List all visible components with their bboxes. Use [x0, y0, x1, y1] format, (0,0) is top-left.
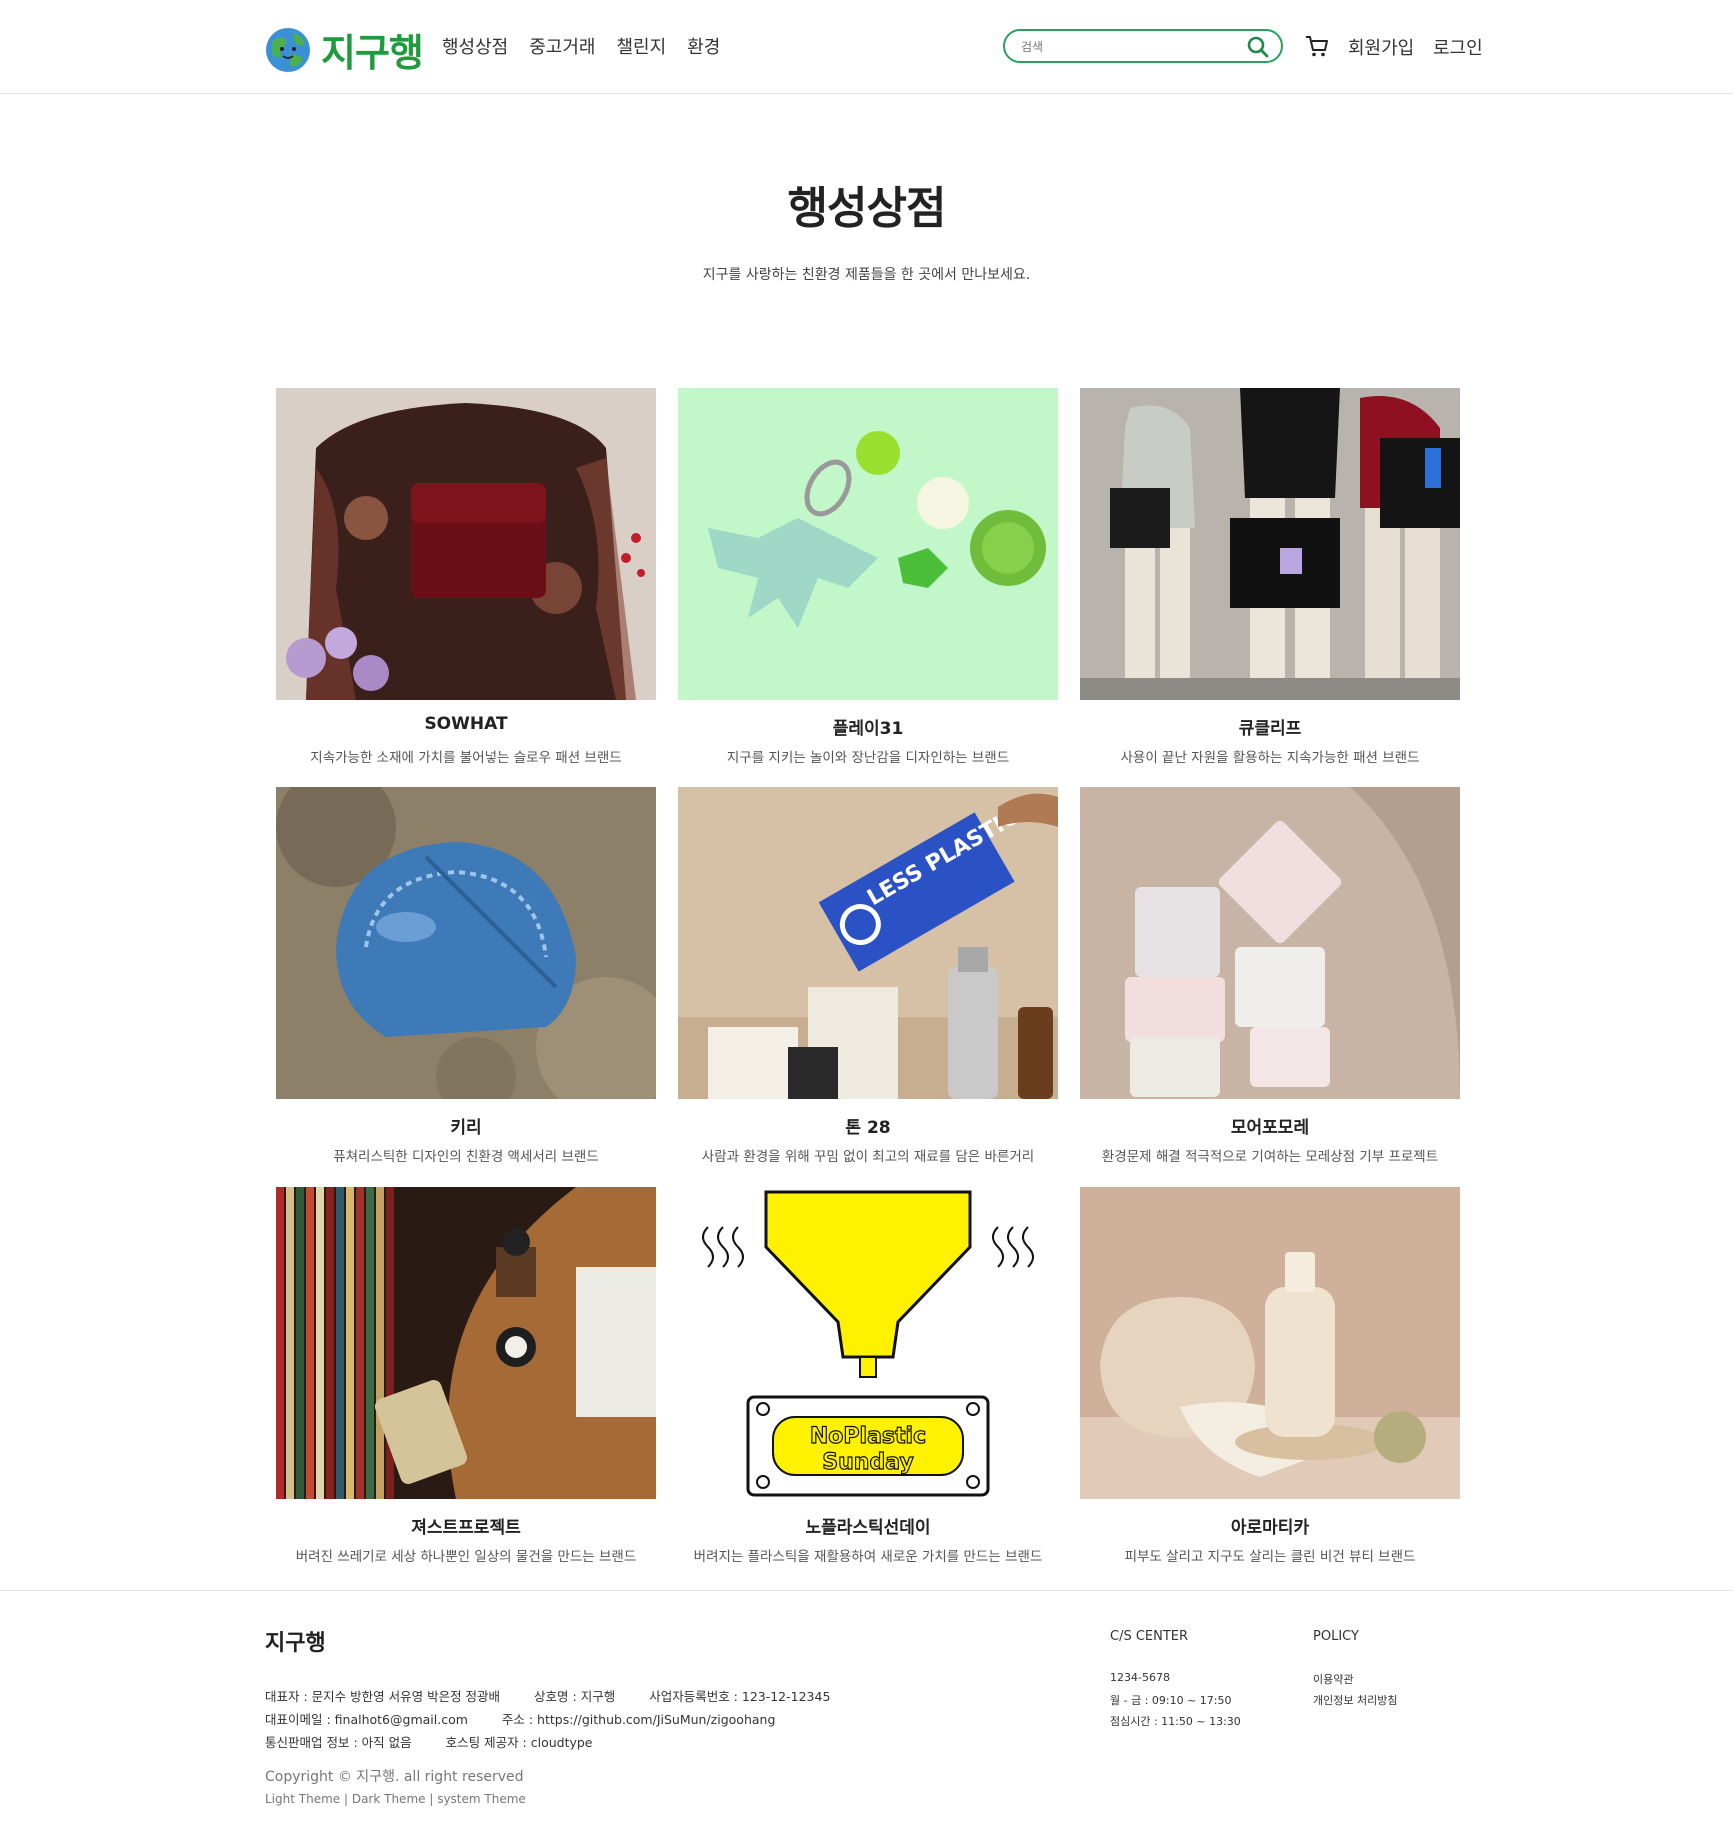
- footer-info-line3: 통신판매업 정보 : 아직 없음 호스팅 제공자 : cloudtype: [265, 1732, 623, 1751]
- footer-company: 상호명 : 지구행: [534, 1689, 616, 1704]
- footer-hosting: 호스팅 제공자 : cloudtype: [445, 1735, 593, 1750]
- brand-desc: 환경문제 해결 적극적으로 기여하는 모레상점 기부 프로젝트: [1101, 1149, 1439, 1165]
- site-footer: 지구행 대표자 : 문지수 방한영 서유영 박은정 정광배 상호명 : 지구행 …: [0, 1590, 1733, 1842]
- brand-desc: 지속가능한 소재에 가치를 불어넣는 슬로우 패션 브랜드: [310, 750, 622, 766]
- brand-card-aromatica[interactable]: 아로마티카 피부도 살리고 지구도 살리는 클린 비건 뷰티 브랜드: [1080, 1187, 1460, 1565]
- footer-business-number: 사업자등록번호 : 123-12-12345: [649, 1689, 831, 1704]
- nav-used-market[interactable]: 중고거래: [529, 33, 595, 59]
- signup-link[interactable]: 회원가입: [1348, 34, 1414, 60]
- footer-info-line1: 대표자 : 문지수 방한영 서유영 박은정 정광배 상호명 : 지구행 사업자등…: [265, 1686, 860, 1705]
- brand-name: SOWHAT: [424, 714, 508, 734]
- logo-text: 지구행: [321, 31, 424, 75]
- brand-name: 톤 28: [845, 1118, 891, 1138]
- no-plastic-text-1: NoPlastic: [810, 1424, 926, 1449]
- footer-brand: 지구행: [265, 1631, 326, 1656]
- globe-icon: [266, 27, 310, 72]
- brand-card-tone28[interactable]: LESS PLASTIC 톤 28 사람과 환경을 위해 꾸밈 없이 최고의 재…: [678, 787, 1058, 1165]
- brand-desc: 피부도 살리고 지구도 살리는 클린 비건 뷰티 브랜드: [1124, 1549, 1416, 1565]
- brand-card-kiri[interactable]: 키리 퓨쳐리스틱한 디자인의 친환경 액세서리 브랜드: [276, 787, 656, 1165]
- brand-card-noplasticsunday[interactable]: NoPlastic Sunday 노플라스틱선데이 버려지는 플라스틱을 재활용…: [678, 1187, 1058, 1565]
- search-box: [1003, 29, 1283, 63]
- brand-image: LESS PLASTIC: [678, 787, 1058, 1099]
- cs-hours: 월 - 금 : 09:10 ~ 17:50: [1110, 1694, 1232, 1707]
- footer-copyright: Copyright © 지구행. all right reserved: [265, 1769, 524, 1785]
- theme-switcher: Light Theme | Dark Theme | system Theme: [265, 1792, 526, 1806]
- footer-info-line2: 대표이메일 : finalhot6@gmail.com 주소 : https:/…: [265, 1709, 805, 1728]
- brand-desc: 사람과 환경을 위해 꾸밈 없이 최고의 재료를 담은 바른거리: [701, 1149, 1035, 1165]
- brand-desc: 퓨쳐리스틱한 디자인의 친환경 액세서리 브랜드: [333, 1149, 599, 1165]
- brand-image: NoPlastic Sunday: [678, 1187, 1058, 1499]
- brand-name: 큐클리프: [1238, 719, 1302, 739]
- search-input[interactable]: [1019, 36, 1243, 58]
- nav-shop[interactable]: 행성상점: [442, 33, 508, 59]
- brand-image: [1080, 388, 1460, 700]
- brand-image: [1080, 787, 1460, 1099]
- footer-commerce-info: 통신판매업 정보 : 아직 없음: [265, 1735, 412, 1750]
- brand-name: 져스트프로젝트: [411, 1518, 521, 1538]
- cs-center-title: C/S CENTER: [1110, 1629, 1189, 1644]
- login-link[interactable]: 로그인: [1433, 34, 1483, 60]
- brand-name: 플레이31: [832, 719, 904, 739]
- brand-image: [678, 388, 1058, 700]
- brand-name: 아로마티카: [1230, 1518, 1310, 1538]
- brand-image: [1080, 1187, 1460, 1499]
- terms-link[interactable]: 이용약관: [1313, 1671, 1353, 1687]
- nav-challenge[interactable]: 챌린지: [617, 33, 667, 59]
- brand-image: [276, 787, 656, 1099]
- brand-image: [276, 388, 656, 700]
- cs-lunch: 점심시간 : 11:50 ~ 13:30: [1110, 1715, 1241, 1728]
- page-subtitle: 지구를 사랑하는 친환경 제품들을 한 곳에서 만나보세요.: [702, 267, 1031, 283]
- brand-desc: 사용이 끝난 자원을 활용하는 지속가능한 패션 브랜드: [1120, 750, 1420, 766]
- system-theme-link[interactable]: system Theme: [437, 1792, 526, 1806]
- brand-desc: 버려진 쓰레기로 세상 하나뿐인 일상의 물건을 만드는 브랜드: [295, 1549, 637, 1565]
- policy-title: POLICY: [1313, 1629, 1359, 1644]
- main-nav: 행성상점 중고거래 챌린지 환경: [442, 33, 720, 59]
- footer-email: 대표이메일 : finalhot6@gmail.com: [265, 1712, 468, 1727]
- footer-address: 주소 : https://github.com/JiSuMun/zigoohan…: [501, 1712, 776, 1727]
- brand-name: 키리: [450, 1118, 482, 1138]
- search-icon[interactable]: [1245, 34, 1271, 60]
- page-title: 행성상점: [787, 183, 947, 234]
- brand-image: [276, 1187, 656, 1499]
- footer-ceo: 대표자 : 문지수 방한영 서유영 박은정 정광배: [265, 1689, 501, 1704]
- brand-card-moreformore[interactable]: 모어포모레 환경문제 해결 적극적으로 기여하는 모레상점 기부 프로젝트: [1080, 787, 1460, 1165]
- brand-card-play31[interactable]: 플레이31 지구를 지키는 놀이와 장난감을 디자인하는 브랜드: [678, 388, 1058, 766]
- light-theme-link[interactable]: Light Theme: [265, 1792, 340, 1806]
- cart-icon[interactable]: [1304, 33, 1330, 59]
- logo[interactable]: 지구행: [265, 22, 424, 77]
- brand-name: 노플라스틱선데이: [805, 1518, 931, 1538]
- cs-phone: 1234-5678: [1110, 1671, 1170, 1684]
- brand-desc: 지구를 지키는 놀이와 장난감을 디자인하는 브랜드: [726, 750, 1010, 766]
- dark-theme-link[interactable]: Dark Theme: [352, 1792, 426, 1806]
- nav-environment[interactable]: 환경: [687, 33, 720, 59]
- site-header: 지구행 행성상점 중고거래 챌린지 환경 회원가입 로그인: [0, 0, 1733, 94]
- brand-name: 모어포모레: [1230, 1118, 1310, 1138]
- brand-card-cueclyp[interactable]: 큐클리프 사용이 끝난 자원을 활용하는 지속가능한 패션 브랜드: [1080, 388, 1460, 766]
- brand-desc: 버려지는 플라스틱을 재활용하여 새로운 가치를 만드는 브랜드: [693, 1549, 1043, 1565]
- brand-card-justproject[interactable]: 져스트프로젝트 버려진 쓰레기로 세상 하나뿐인 일상의 물건을 만드는 브랜드: [276, 1187, 656, 1565]
- brand-card-sowhat[interactable]: SOWHAT 지속가능한 소재에 가치를 불어넣는 슬로우 패션 브랜드: [276, 388, 656, 766]
- no-plastic-text-2: Sunday: [822, 1450, 913, 1475]
- privacy-policy-link[interactable]: 개인정보 처리방침: [1313, 1692, 1397, 1708]
